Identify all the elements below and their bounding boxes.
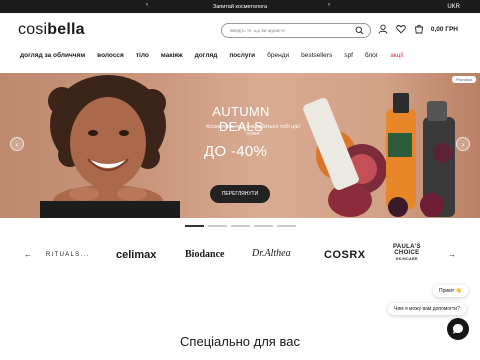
brand-logo-cosrx[interactable]: COSRX (324, 249, 366, 261)
hero-subtitle: Косметика, яка знадобиться тобі цієї осе… (206, 124, 300, 137)
search-placeholder: Введіть те, що ви шукаєте (230, 28, 285, 33)
nav-item-sale[interactable]: акції (390, 52, 403, 59)
chevron-right-icon[interactable]: › (328, 2, 330, 8)
cart-total[interactable]: 0,00 ГРН (431, 26, 458, 33)
ad-badge: Реклама (451, 76, 476, 83)
hero-banner[interactable]: Реклама AUTUMN DEALS Косметика, яка знад… (0, 73, 480, 218)
chat-question-bubble[interactable]: Чим я можу вам допомогти? (388, 303, 466, 315)
search-input[interactable]: Введіть те, що ви шукаєте (221, 23, 371, 38)
cart-icon[interactable] (414, 24, 424, 34)
brands-prev-arrow-icon[interactable]: ← (24, 250, 32, 259)
top-announcement-bar: ‹ Запитай косметолога › UKR (0, 0, 480, 13)
heart-icon[interactable] (396, 24, 406, 34)
header-icons (378, 24, 424, 34)
nav-item-care[interactable]: догляд (195, 52, 218, 59)
hero-discount: ДО -40% (204, 143, 268, 160)
brand-logo-dr-althea[interactable]: Dr.Althea (252, 248, 291, 259)
main-navigation: догляд за обличчям волосся тіло макіяж д… (20, 52, 460, 59)
carousel-dot[interactable] (254, 225, 273, 227)
nav-item-hair[interactable]: волосся (97, 52, 124, 59)
announcement-text[interactable]: Запитай косметолога (213, 4, 267, 10)
logo[interactable]: cosibella (18, 21, 85, 39)
carousel-dot[interactable] (208, 225, 227, 227)
carousel-dot[interactable] (185, 225, 204, 227)
carousel-next-button[interactable]: › (456, 137, 470, 151)
brand-carousel: ← RITUALS... celimax Biodance Dr.Althea … (0, 243, 480, 269)
chat-greeting-bubble[interactable]: Привіт 👋 (433, 285, 468, 297)
section-title: Спеціально для вас (180, 334, 300, 349)
brand-logo-biodance[interactable]: Biodance (185, 249, 224, 260)
nav-item-services[interactable]: послуги (229, 52, 255, 59)
language-switch[interactable]: UKR (447, 4, 460, 10)
nav-item-face[interactable]: догляд за обличчям (20, 52, 85, 59)
carousel-dots (185, 225, 296, 227)
nav-item-brands[interactable]: бренди (267, 52, 289, 59)
search-icon[interactable] (355, 26, 364, 35)
nav-item-spf[interactable]: spf (344, 52, 353, 59)
carousel-dot[interactable] (277, 225, 296, 227)
brand-logo-paulas-choice[interactable]: PAULA'S CHOICE SKINCARE (393, 244, 421, 262)
chevron-left-icon[interactable]: ‹ (146, 2, 148, 8)
nav-item-bestsellers[interactable]: bestsellers (301, 52, 332, 59)
hero-cta-button[interactable]: ПЕРЕГЛЯНУТИ (210, 185, 270, 203)
nav-item-makeup[interactable]: макіяж (161, 52, 183, 59)
carousel-prev-button[interactable]: ‹ (10, 137, 24, 151)
brand-logo-celimax[interactable]: celimax (116, 249, 156, 261)
nav-item-body[interactable]: тіло (136, 52, 149, 59)
user-icon[interactable] (378, 24, 388, 34)
brands-next-arrow-icon[interactable]: → (448, 250, 456, 259)
carousel-dot[interactable] (231, 225, 250, 227)
nav-item-blog[interactable]: блог (365, 52, 378, 59)
brand-logo-rituals[interactable]: RITUALS... (46, 252, 89, 258)
